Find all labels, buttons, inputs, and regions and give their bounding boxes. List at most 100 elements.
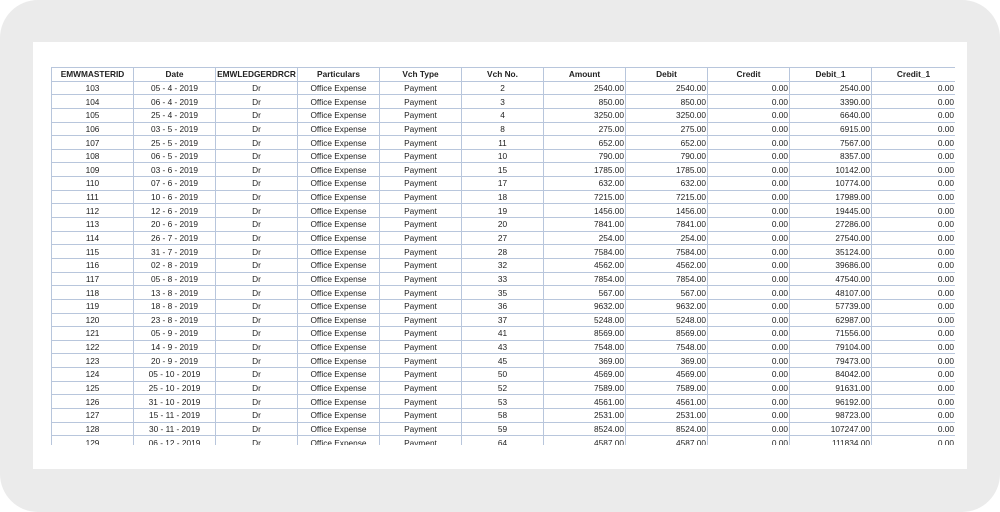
particulars-cell: Office Expense: [297, 162, 380, 178]
table-row[interactable]: 123 20 - 9 - 2019 Dr Office Expense Payment 4…: [51, 353, 955, 369]
amount-cell: 254.00: [543, 230, 626, 246]
table-row[interactable]: 106 03 - 5 - 2019 Dr Office Expense Payment 8…: [51, 121, 955, 137]
table-row[interactable]: 113 20 - 6 - 2019 Dr Office Expense Payment 2…: [51, 217, 955, 232]
drcr-cell: Dr: [215, 217, 298, 232]
credit-1-cell: 0.00: [871, 353, 955, 369]
vch-type-cell: Payment: [379, 176, 462, 191]
table-row[interactable]: 115 31 - 7 - 2019 Dr Office Expense Payment 2…: [51, 244, 955, 259]
debit-cell: 567.00: [625, 285, 708, 300]
col-header-credit[interactable]: Credit: [707, 67, 790, 82]
debit-1-cell: 62987.00: [789, 312, 872, 328]
col-header-vch-type[interactable]: Vch Type: [379, 67, 462, 82]
date-cell: 25 - 4 - 2019: [133, 107, 216, 123]
date-cell: 25 - 10 - 2019: [133, 380, 216, 396]
amount-cell: 4587.00: [543, 435, 626, 445]
col-header-vch-no[interactable]: Vch No.: [461, 67, 544, 82]
particulars-cell: Office Expense: [297, 217, 380, 232]
particulars-cell: Office Expense: [297, 257, 380, 273]
credit-cell: 0.00: [707, 135, 790, 150]
particulars-cell: Office Expense: [297, 176, 380, 191]
amount-cell: 7841.00: [543, 217, 626, 232]
table-row[interactable]: 122 14 - 9 - 2019 Dr Office Expense Payment 4…: [51, 339, 955, 355]
table-row[interactable]: 129 06 - 12 - 2019 Dr Office Expense Payment…: [51, 435, 955, 445]
credit-1-cell: 0.00: [871, 312, 955, 328]
credit-1-cell: 0.00: [871, 203, 955, 219]
table-row[interactable]: 107 25 - 5 - 2019 Dr Office Expense Payment 1…: [51, 135, 955, 150]
debit-1-cell: 111834.00: [789, 435, 872, 445]
table-row[interactable]: 112 12 - 6 - 2019 Dr Office Expense Payment 1…: [51, 203, 955, 219]
vch-no-cell: 53: [461, 394, 544, 410]
col-header-emwledgerdrcr[interactable]: EMWLEDGERDRCR: [215, 67, 298, 82]
date-cell: 05 - 10 - 2019: [133, 367, 216, 382]
table-scroll-area[interactable]: EMWMASTERID Date EMWLEDGERDRCR Particula…: [51, 67, 955, 445]
emwmasterid-cell: 109: [51, 162, 134, 178]
amount-cell: 4569.00: [543, 367, 626, 382]
credit-cell: 0.00: [707, 339, 790, 355]
table-row[interactable]: 116 02 - 8 - 2019 Dr Office Expense Payment 3…: [51, 257, 955, 273]
table-row[interactable]: 121 05 - 9 - 2019 Dr Office Expense Payment 4…: [51, 326, 955, 341]
date-cell: 05 - 9 - 2019: [133, 326, 216, 341]
debit-cell: 7584.00: [625, 244, 708, 259]
amount-cell: 7854.00: [543, 271, 626, 287]
table-row[interactable]: 125 25 - 10 - 2019 Dr Office Expense Payment…: [51, 380, 955, 396]
credit-cell: 0.00: [707, 408, 790, 423]
table-row[interactable]: 127 15 - 11 - 2019 Dr Office Expense Payment…: [51, 408, 955, 423]
amount-cell: 4562.00: [543, 257, 626, 273]
date-cell: 15 - 11 - 2019: [133, 408, 216, 423]
emwmasterid-cell: 106: [51, 121, 134, 137]
table-row[interactable]: 104 06 - 4 - 2019 Dr Office Expense Payment 3…: [51, 94, 955, 109]
table-row[interactable]: 109 03 - 6 - 2019 Dr Office Expense Payment 1…: [51, 162, 955, 178]
vch-no-cell: 4: [461, 107, 544, 123]
table-row[interactable]: 128 30 - 11 - 2019 Dr Office Expense Payment…: [51, 421, 955, 437]
drcr-cell: Dr: [215, 176, 298, 191]
credit-1-cell: 0.00: [871, 162, 955, 178]
date-cell: 12 - 6 - 2019: [133, 203, 216, 219]
emwmasterid-cell: 122: [51, 339, 134, 355]
credit-cell: 0.00: [707, 421, 790, 437]
vch-no-cell: 10: [461, 148, 544, 164]
particulars-cell: Office Expense: [297, 94, 380, 109]
table-row[interactable]: 124 05 - 10 - 2019 Dr Office Expense Payment…: [51, 367, 955, 382]
table-row[interactable]: 126 31 - 10 - 2019 Dr Office Expense Payment…: [51, 394, 955, 410]
vch-type-cell: Payment: [379, 244, 462, 259]
date-cell: 30 - 11 - 2019: [133, 421, 216, 437]
debit-cell: 4569.00: [625, 367, 708, 382]
table-row[interactable]: 103 05 - 4 - 2019 Dr Office Expense Payment 2…: [51, 80, 955, 96]
debit-1-cell: 3390.00: [789, 94, 872, 109]
emwmasterid-cell: 119: [51, 298, 134, 314]
col-header-particulars[interactable]: Particulars: [297, 67, 380, 82]
col-header-credit-1[interactable]: Credit_1: [871, 67, 955, 82]
credit-1-cell: 0.00: [871, 107, 955, 123]
credit-cell: 0.00: [707, 230, 790, 246]
vch-type-cell: Payment: [379, 107, 462, 123]
particulars-cell: Office Expense: [297, 394, 380, 410]
table-row[interactable]: 105 25 - 4 - 2019 Dr Office Expense Payment 4…: [51, 107, 955, 123]
credit-1-cell: 0.00: [871, 380, 955, 396]
table-row[interactable]: 108 06 - 5 - 2019 Dr Office Expense Payment 1…: [51, 148, 955, 164]
particulars-cell: Office Expense: [297, 285, 380, 300]
table-row[interactable]: 118 13 - 8 - 2019 Dr Office Expense Payment 3…: [51, 285, 955, 300]
credit-cell: 0.00: [707, 394, 790, 410]
debit-cell: 850.00: [625, 94, 708, 109]
table-row[interactable]: 119 18 - 8 - 2019 Dr Office Expense Payment 3…: [51, 298, 955, 314]
particulars-cell: Office Expense: [297, 80, 380, 96]
emwmasterid-cell: 112: [51, 203, 134, 219]
drcr-cell: Dr: [215, 312, 298, 328]
col-header-date[interactable]: Date: [133, 67, 216, 82]
table-row[interactable]: 111 10 - 6 - 2019 Dr Office Expense Payment 1…: [51, 189, 955, 205]
col-header-emwmasterid[interactable]: EMWMASTERID: [51, 67, 134, 82]
particulars-cell: Office Expense: [297, 312, 380, 328]
col-header-amount[interactable]: Amount: [543, 67, 626, 82]
col-header-debit-1[interactable]: Debit_1: [789, 67, 872, 82]
credit-cell: 0.00: [707, 94, 790, 109]
table-row[interactable]: 120 23 - 8 - 2019 Dr Office Expense Payment 3…: [51, 312, 955, 328]
credit-1-cell: 0.00: [871, 435, 955, 445]
credit-1-cell: 0.00: [871, 217, 955, 232]
debit-1-cell: 8357.00: [789, 148, 872, 164]
table-row[interactable]: 114 26 - 7 - 2019 Dr Office Expense Payment 2…: [51, 230, 955, 246]
table-row[interactable]: 117 05 - 8 - 2019 Dr Office Expense Payment 3…: [51, 271, 955, 287]
col-header-debit[interactable]: Debit: [625, 67, 708, 82]
vch-type-cell: Payment: [379, 367, 462, 382]
vch-no-cell: 2: [461, 80, 544, 96]
table-row[interactable]: 110 07 - 6 - 2019 Dr Office Expense Payment 1…: [51, 176, 955, 191]
